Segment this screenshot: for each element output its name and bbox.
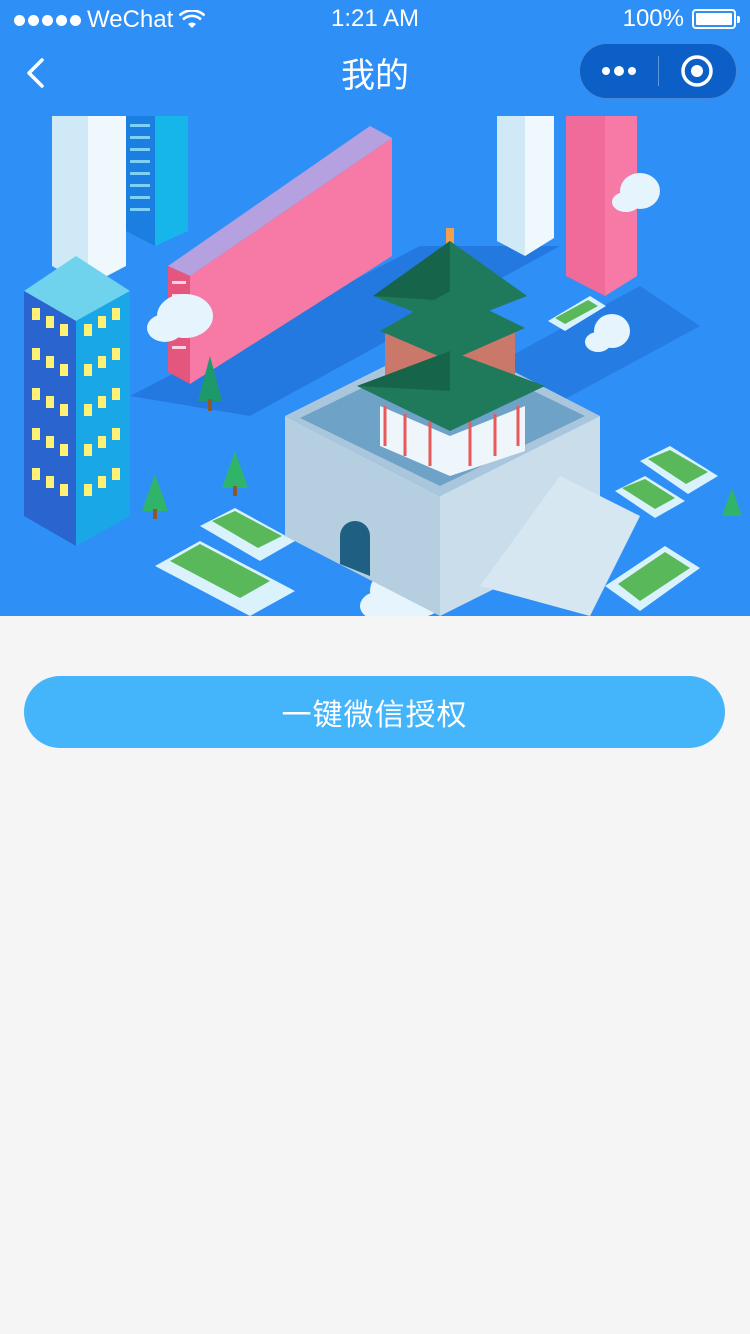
status-right: 100%	[622, 5, 740, 33]
more-dots-icon	[601, 66, 636, 76]
battery-percent: 100%	[622, 5, 684, 32]
status-bar: WeChat 1:21 AM 100%	[0, 0, 750, 40]
target-circle-icon	[681, 55, 713, 87]
banner-illustration	[0, 116, 750, 616]
more-button[interactable]	[580, 43, 658, 99]
wechat-auth-button[interactable]: 一键微信授权	[24, 676, 725, 748]
chevron-left-icon	[27, 58, 44, 88]
battery-icon	[692, 9, 740, 29]
city-illustration-icon	[0, 116, 750, 616]
close-button[interactable]	[659, 43, 737, 99]
nav-bar: 我的	[0, 40, 750, 116]
back-button[interactable]	[22, 56, 52, 96]
menu-capsule	[579, 43, 737, 99]
